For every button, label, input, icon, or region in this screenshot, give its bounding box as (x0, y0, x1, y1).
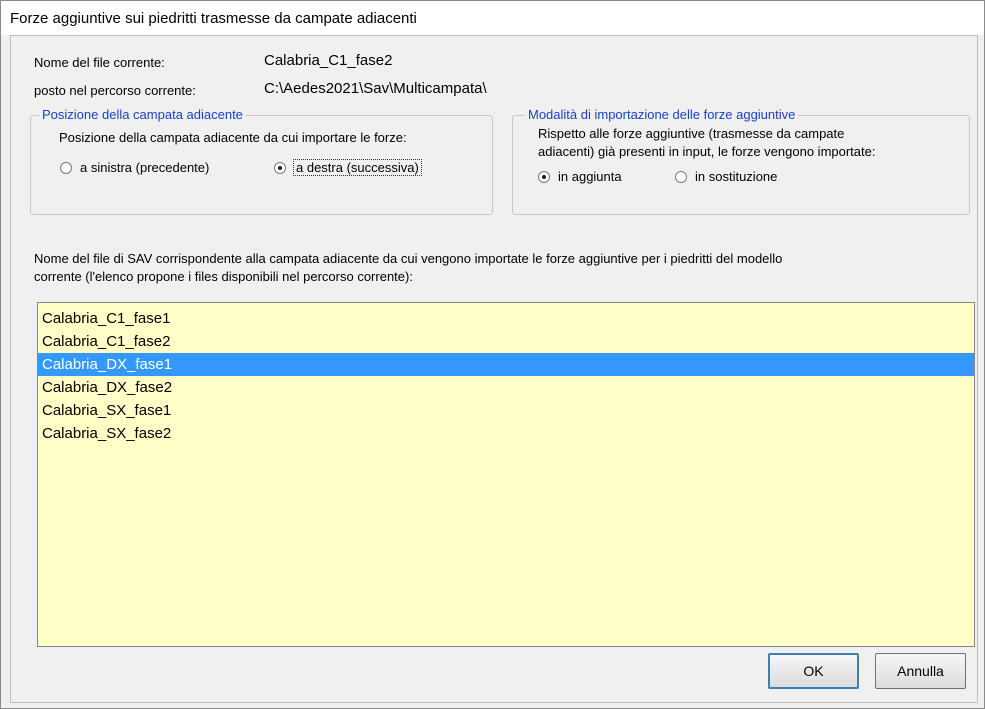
file-list-caption-2: corrente (l'elenco propone i files dispo… (34, 269, 413, 284)
radio-right-circle[interactable] (274, 161, 286, 174)
file-list-caption-1: Nome del file di SAV corrispondente alla… (34, 251, 783, 266)
radio-in-addition[interactable]: in aggiunta (538, 169, 622, 184)
ok-button-label: OK (803, 663, 824, 679)
path-label: posto nel percorso corrente: (34, 83, 196, 98)
import-mode-description-1: Rispetto alle forze aggiuntive (trasmess… (538, 126, 845, 141)
ok-button[interactable]: OK (768, 653, 859, 689)
list-item[interactable]: Calabria_C1_fase2 (38, 330, 974, 353)
list-item[interactable]: Calabria_DX_fase2 (38, 376, 974, 399)
radio-in-replacement[interactable]: in sostituzione (675, 169, 777, 184)
list-item[interactable]: Calabria_SX_fase2 (38, 422, 974, 445)
current-file-value: Calabria_C1_fase2 (264, 52, 393, 69)
file-listbox[interactable]: Calabria_C1_fase1 Calabria_C1_fase2 Calabr… (37, 302, 975, 647)
radio-in-replacement-label: in sostituzione (695, 169, 778, 184)
title-bar[interactable]: Forze aggiuntive sui piedritti trasmesse… (1, 1, 984, 35)
list-item[interactable]: Calabria_SX_fase1 (38, 399, 974, 422)
current-file-label: Nome del file corrente: (34, 55, 165, 70)
position-description: Posizione della campata adiacente da cui… (59, 130, 407, 145)
radio-left-previous[interactable]: a sinistra (precedente) (60, 160, 209, 175)
radio-in-replacement-circle[interactable] (675, 170, 687, 183)
import-mode-legend: Modalità di importazione delle forze agg… (525, 107, 799, 122)
list-item[interactable]: Calabria_C1_fase1 (38, 307, 974, 330)
import-mode-description-2: adiacenti) già presenti in input, le for… (538, 144, 876, 159)
path-value: C:\Aedes2021\Sav\Multicampata\ (264, 80, 487, 97)
radio-right-next[interactable]: a destra (successiva) (274, 159, 422, 176)
radio-right-label: a destra (successiva) (293, 159, 422, 176)
cancel-button-label: Annulla (897, 663, 944, 679)
radio-in-addition-circle[interactable] (538, 170, 550, 183)
position-group-legend: Posizione della campata adiacente (39, 107, 246, 122)
dialog-body: Nome del file corrente: Calabria_C1_fase… (10, 35, 978, 703)
window-title: Forze aggiuntive sui piedritti trasmesse… (10, 10, 417, 27)
import-mode-group: Modalità di importazione delle forze agg… (512, 107, 970, 215)
list-item[interactable]: Calabria_DX_fase1 (38, 353, 974, 376)
radio-left-label: a sinistra (precedente) (80, 160, 210, 175)
position-group: Posizione della campata adiacente Posizi… (30, 107, 493, 215)
cancel-button[interactable]: Annulla (875, 653, 966, 689)
radio-left-circle[interactable] (60, 161, 72, 174)
radio-in-addition-label: in aggiunta (558, 169, 622, 184)
